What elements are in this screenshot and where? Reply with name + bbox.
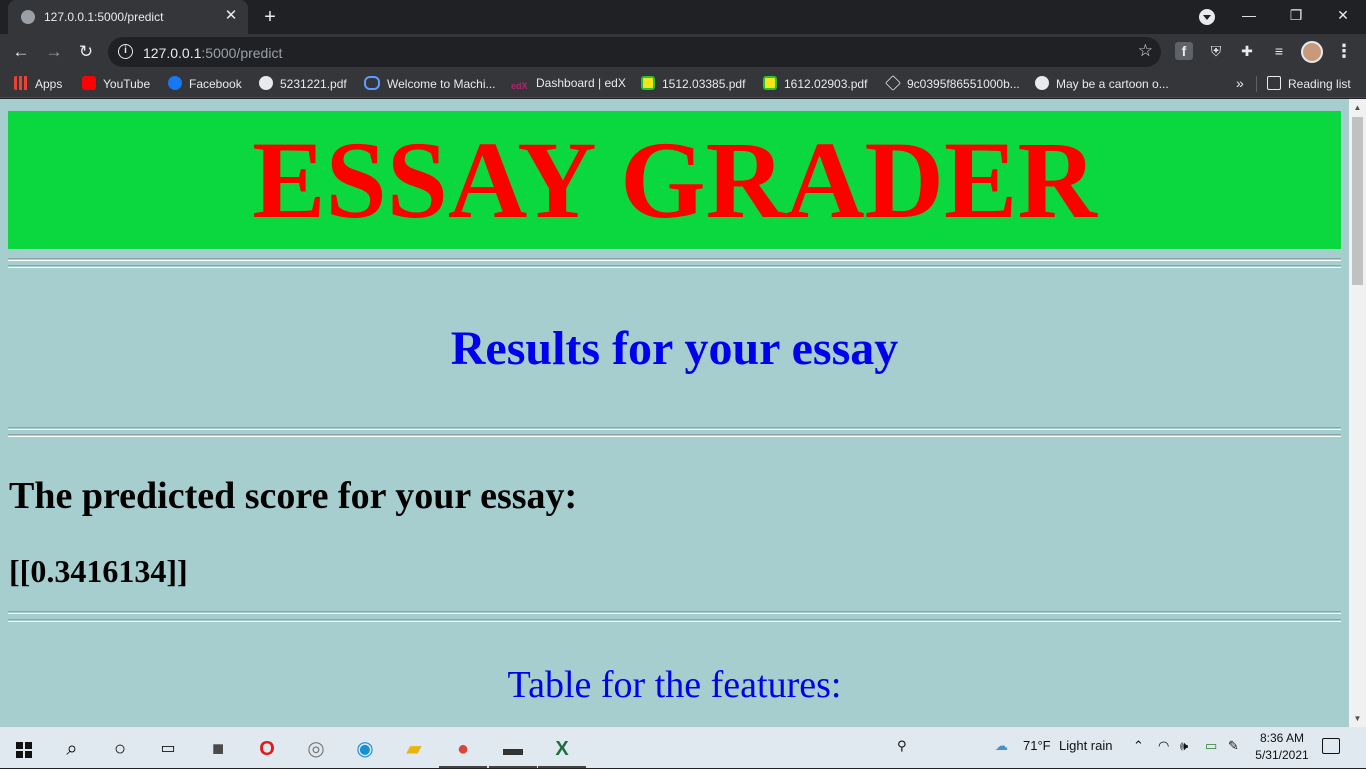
terminal-icon[interactable]: ▬ <box>489 732 537 768</box>
media-control-icon[interactable]: ≡ <box>1270 42 1288 60</box>
edge-icon[interactable]: ◉ <box>341 732 389 768</box>
address-bar[interactable]: i 127.0.0.1:5000/predict ☆ <box>108 37 1161 67</box>
scroll-down-arrow-icon[interactable]: ▼ <box>1349 710 1366 727</box>
people-icon[interactable]: ⚲ <box>897 738 907 754</box>
divider <box>8 258 1341 261</box>
bookmark-welcome-machine[interactable]: Welcome to Machi... <box>364 76 495 92</box>
restore-button[interactable]: ❐ <box>1273 0 1319 30</box>
task-view-icon[interactable]: ▭ <box>144 732 192 768</box>
tab-strip: 127.0.0.1:5000/predict ✕ + — ❐ ✕ <box>0 0 1366 34</box>
page-viewport: ESSAY GRADER Results for your essay The … <box>0 99 1366 727</box>
search-icon[interactable]: ⌕ <box>48 732 96 768</box>
forward-button[interactable]: → <box>41 39 67 65</box>
show-hidden-icons-chevron-icon[interactable]: ⌃ <box>1133 738 1144 754</box>
clock-time: 8:36 AM <box>1259 731 1305 745</box>
apps-grid-icon <box>14 76 28 90</box>
gem-icon <box>885 75 901 91</box>
volume-icon[interactable]: 🕪 <box>1180 738 1188 754</box>
facebook-extension-icon[interactable]: f <box>1175 42 1193 60</box>
bookmark-1512-pdf[interactable]: 1512.03385.pdf <box>641 76 745 92</box>
extensions-puzzle-icon[interactable]: ✚ <box>1238 42 1256 60</box>
features-table-heading: Table for the features: <box>507 664 842 706</box>
edx-icon: edX <box>511 81 528 91</box>
minimize-button[interactable]: — <box>1226 0 1272 30</box>
bookmark-cartoon[interactable]: May be a cartoon o... <box>1035 76 1169 92</box>
coursera-icon <box>364 76 380 90</box>
file-explorer-icon[interactable]: ▰ <box>390 732 438 768</box>
bookmark-1612-pdf[interactable]: 1612.02903.pdf <box>763 76 867 92</box>
tab-title: 127.0.0.1:5000/predict <box>44 10 164 24</box>
back-button[interactable]: ← <box>8 39 34 65</box>
page-scrollbar[interactable]: ▲ ▼ <box>1349 99 1366 727</box>
cortana-icon[interactable]: ○ <box>96 732 144 768</box>
chrome-icon[interactable]: ● <box>439 732 487 768</box>
divider <box>8 619 1341 622</box>
browser-toolbar: ← → ↻ i 127.0.0.1:5000/predict ☆ f ⛨ ✚ ≡… <box>0 34 1366 70</box>
reading-list-button[interactable]: Reading list <box>1267 76 1351 92</box>
tab-close-button[interactable]: ✕ <box>222 7 240 25</box>
globe-icon <box>1035 76 1049 90</box>
bookmark-apps[interactable]: Apps <box>14 76 62 92</box>
store-icon[interactable]: ■ <box>194 732 242 768</box>
url-text[interactable]: 127.0.0.1:5000/predict <box>143 45 282 61</box>
notifications-icon[interactable] <box>1322 738 1340 754</box>
pen-icon[interactable]: ✎ <box>1228 738 1239 754</box>
opera-gx-icon[interactable]: ◎ <box>292 732 340 768</box>
start-button[interactable] <box>0 732 48 768</box>
bookmark-star-icon[interactable]: ☆ <box>1138 41 1153 61</box>
excel-icon[interactable]: X <box>538 732 586 768</box>
smiley-icon <box>641 76 655 90</box>
wifi-icon[interactable]: ◠ <box>1158 738 1169 754</box>
url-host: 127.0.0.1 <box>143 45 202 61</box>
facebook-icon <box>168 76 182 90</box>
divider <box>8 434 1341 437</box>
bookmark-5231221-pdf[interactable]: 5231221.pdf <box>259 76 347 92</box>
tab-predict[interactable]: 127.0.0.1:5000/predict ✕ <box>8 0 248 34</box>
bookmark-youtube[interactable]: YouTube <box>82 76 150 92</box>
bookmark-facebook[interactable]: Facebook <box>168 76 242 92</box>
profile-avatar[interactable] <box>1301 41 1323 63</box>
weather-desc[interactable]: Light rain <box>1059 738 1112 753</box>
url-path: :5000/predict <box>201 45 283 61</box>
results-heading: Results for your essay <box>450 322 899 375</box>
tab-search-icon[interactable] <box>1199 9 1215 25</box>
scrollbar-thumb[interactable] <box>1352 117 1363 285</box>
opera-icon[interactable]: O <box>243 732 291 768</box>
chrome-menu-icon[interactable]: ⋮ <box>1335 42 1353 60</box>
bookmark-9c0395[interactable]: 9c0395f86551000b... <box>885 75 1020 92</box>
banner-title: ESSAY GRADER <box>252 119 1097 241</box>
bookmarks-divider <box>1256 76 1257 92</box>
divider <box>8 611 1341 614</box>
new-tab-button[interactable]: + <box>258 5 282 29</box>
score-label: The predicted score for your essay: <box>9 475 578 517</box>
divider <box>8 427 1341 430</box>
info-icon[interactable]: i <box>118 44 133 59</box>
window-close-button[interactable]: ✕ <box>1320 0 1366 30</box>
smiley-icon <box>763 76 777 90</box>
bookmarks-overflow-button[interactable]: » <box>1236 75 1244 91</box>
weather-temp[interactable]: 71°F <box>1023 738 1051 753</box>
globe-icon <box>21 10 35 24</box>
youtube-icon <box>82 76 96 90</box>
weather-icon: ☁ <box>995 738 1008 753</box>
header-banner: ESSAY GRADER <box>8 111 1341 249</box>
battery-icon[interactable]: ▭ <box>1205 738 1217 754</box>
clock-date: 5/31/2021 <box>1255 748 1309 762</box>
scroll-up-arrow-icon[interactable]: ▲ <box>1349 99 1366 116</box>
bookmark-edx-dashboard[interactable]: edX Dashboard | edX <box>511 76 626 92</box>
taskbar-clock[interactable]: 8:36 AM 5/31/2021 <box>1252 730 1312 764</box>
reading-list-icon <box>1267 76 1281 90</box>
windows-taskbar: ⌕ ○ ▭ ■ O ◎ ◉ ▰ ● ▬ X ⚲ ☁ 71°F Light rai… <box>0 727 1366 768</box>
divider <box>8 265 1341 268</box>
globe-icon <box>259 76 273 90</box>
reload-button[interactable]: ↻ <box>73 39 99 65</box>
bookmarks-bar: Apps YouTube Facebook 5231221.pdf Welcom… <box>0 70 1366 98</box>
windows-logo-icon <box>16 742 32 758</box>
score-value: [[0.3416134]] <box>9 553 188 589</box>
shield-extension-icon[interactable]: ⛨ <box>1207 42 1225 60</box>
